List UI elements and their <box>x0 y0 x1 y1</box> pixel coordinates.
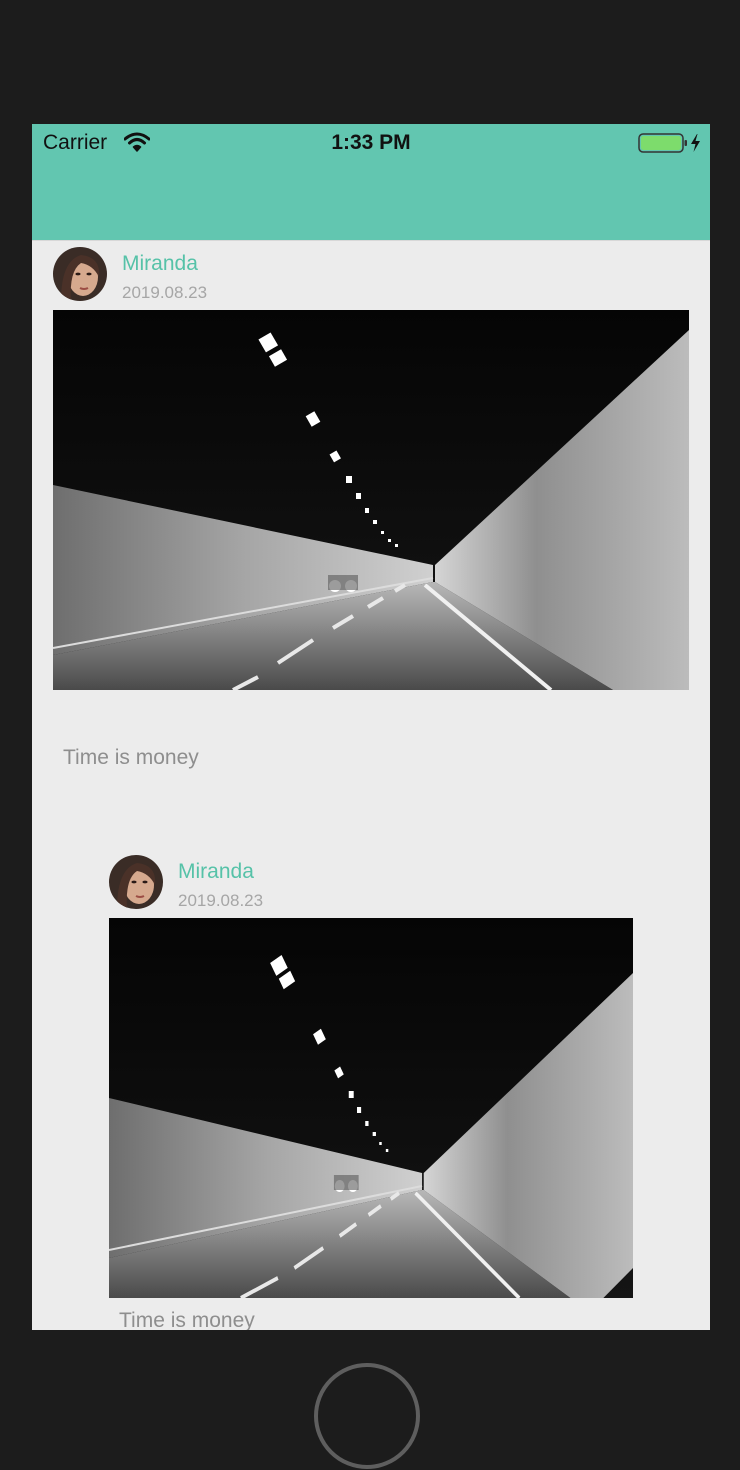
post-card: Miranda 2019.08.23 Time is money <box>53 247 689 887</box>
device-frame: Carrier 1:33 PM Miranda 2019.08.23 Time … <box>0 0 740 1470</box>
post-card: Miranda 2019.08.23 Time is money <box>109 855 633 1330</box>
battery-icon <box>638 133 704 153</box>
status-time: 1:33 PM <box>331 131 411 154</box>
avatar[interactable] <box>109 855 163 909</box>
post-caption: Time is money <box>63 746 199 769</box>
post-image[interactable] <box>53 310 689 690</box>
post-date: 2019.08.23 <box>122 283 208 302</box>
status-bar: Carrier 1:33 PM <box>32 124 710 162</box>
post-caption: Time is money <box>119 1309 255 1330</box>
navigation-bar <box>32 162 710 241</box>
post-username[interactable]: Miranda <box>178 860 254 884</box>
home-button[interactable] <box>314 1363 420 1469</box>
post-image[interactable] <box>109 918 633 1298</box>
post-date: 2019.08.23 <box>178 891 264 910</box>
avatar[interactable] <box>53 247 107 301</box>
phone-screen: Carrier 1:33 PM Miranda 2019.08.23 Time … <box>32 124 710 1330</box>
charging-bolt-icon <box>691 134 700 152</box>
post-username[interactable]: Miranda <box>122 252 198 276</box>
